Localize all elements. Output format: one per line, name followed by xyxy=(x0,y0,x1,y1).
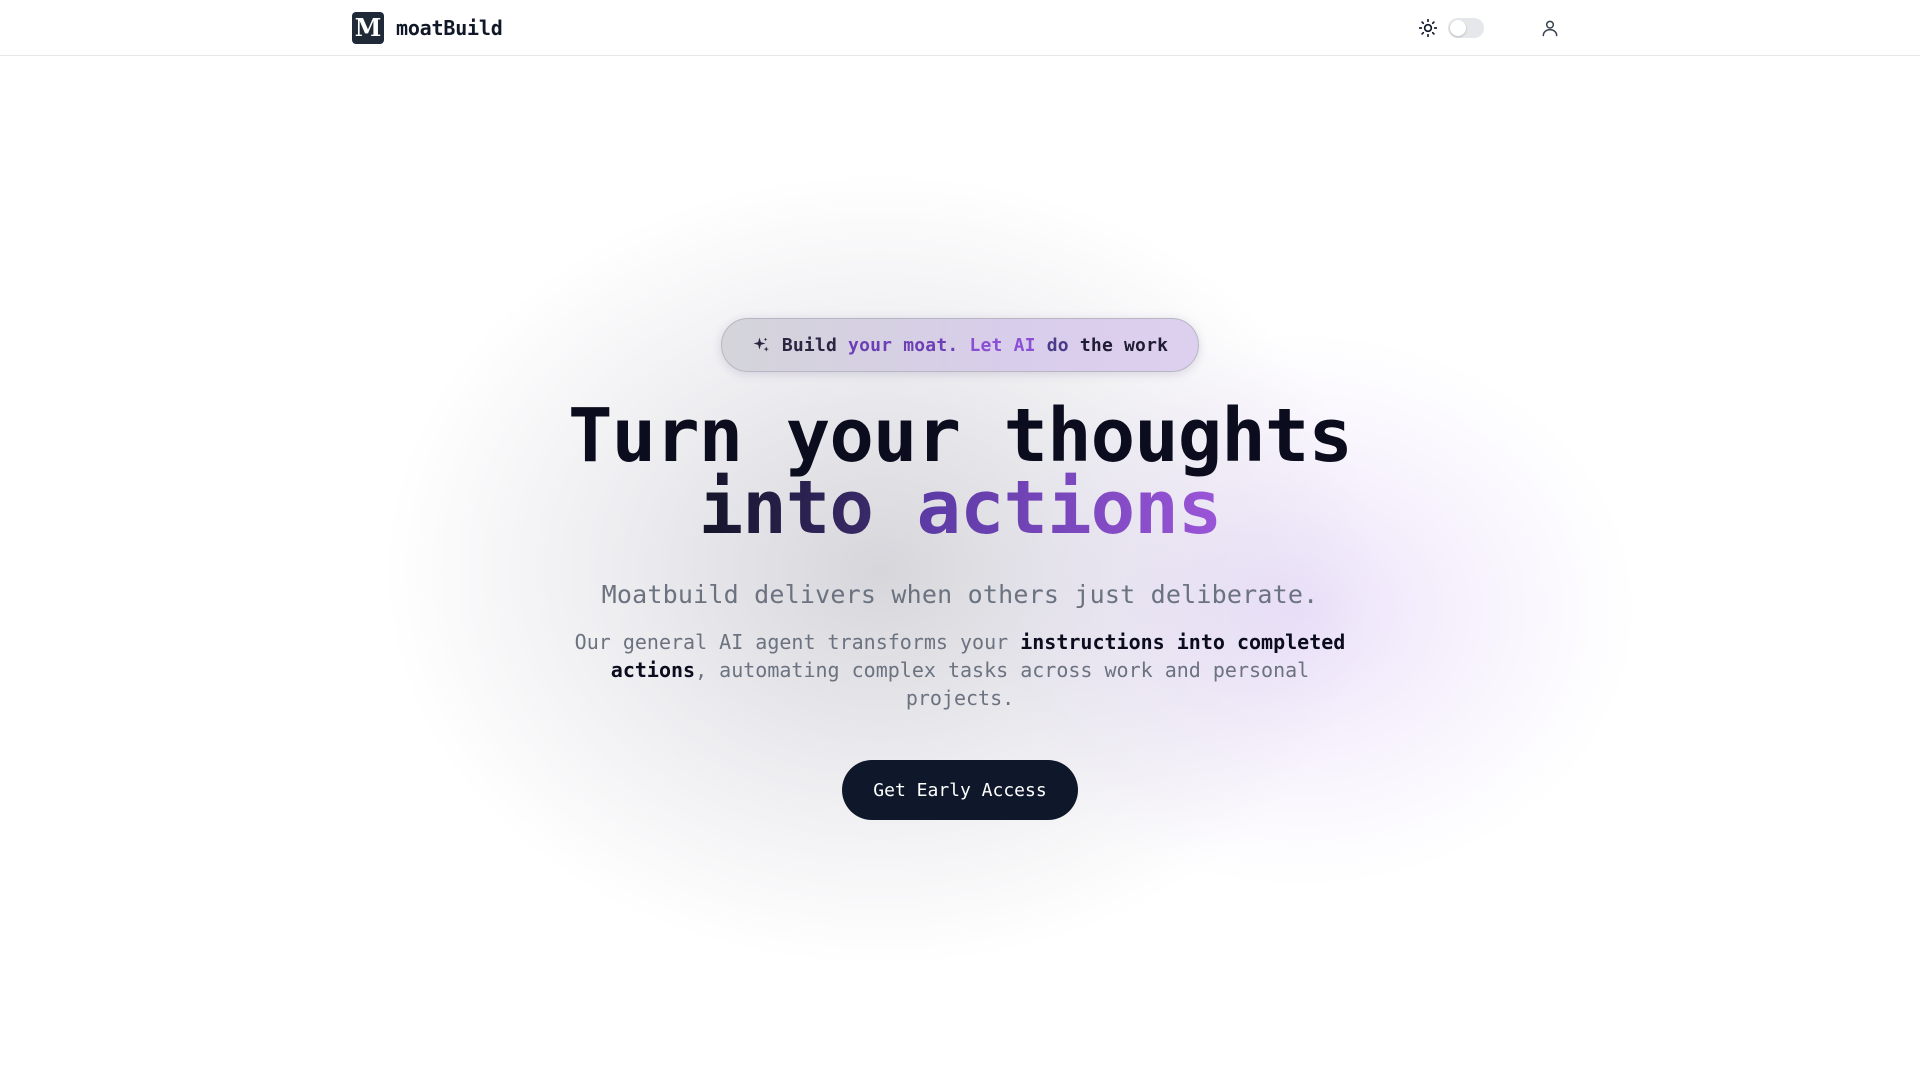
announcement-badge: Build your moat. Let AI do the work xyxy=(721,318,1199,372)
get-early-access-button[interactable]: Get Early Access xyxy=(842,760,1078,820)
logo-icon: M xyxy=(352,11,384,44)
top-nav: M moatBuild xyxy=(0,0,1920,56)
brand-name: moatBuild xyxy=(396,15,503,40)
switch-knob xyxy=(1450,20,1466,36)
hero-description: Our general AI agent transforms your ins… xyxy=(560,628,1360,712)
title-line-1: Turn your thoughts xyxy=(568,393,1353,479)
sun-icon xyxy=(1418,18,1438,38)
user-button[interactable] xyxy=(1538,16,1562,40)
hero-tagline: Moatbuild delivers when others just deli… xyxy=(601,580,1319,609)
theme-toggle[interactable] xyxy=(1418,16,1484,40)
brand-link[interactable]: M moatBuild xyxy=(352,11,503,44)
badge-word: do xyxy=(1046,334,1069,356)
theme-switch[interactable] xyxy=(1448,18,1484,38)
badge-text: Build your moat. Let AI do the work xyxy=(782,335,1168,356)
sparkles-icon xyxy=(753,337,769,352)
title-word-actions: actions xyxy=(916,465,1222,551)
title-line-2: into actions xyxy=(0,471,1920,545)
user-icon xyxy=(1542,20,1558,37)
hero-title: Turn your thoughts into actions xyxy=(0,393,1920,545)
description-part-2: , automating complex tasks across work a… xyxy=(695,658,1310,710)
hero-section: Build your moat. Let AI do the work Turn… xyxy=(0,0,1920,1080)
badge-word: your moat. xyxy=(848,334,959,356)
badge-word: Build xyxy=(781,334,837,356)
title-word-into: into xyxy=(698,465,874,551)
description-part-1: Our general AI agent transforms your xyxy=(574,630,1021,654)
badge-word: Let AI xyxy=(969,334,1036,356)
badge-word: the work xyxy=(1079,334,1169,356)
